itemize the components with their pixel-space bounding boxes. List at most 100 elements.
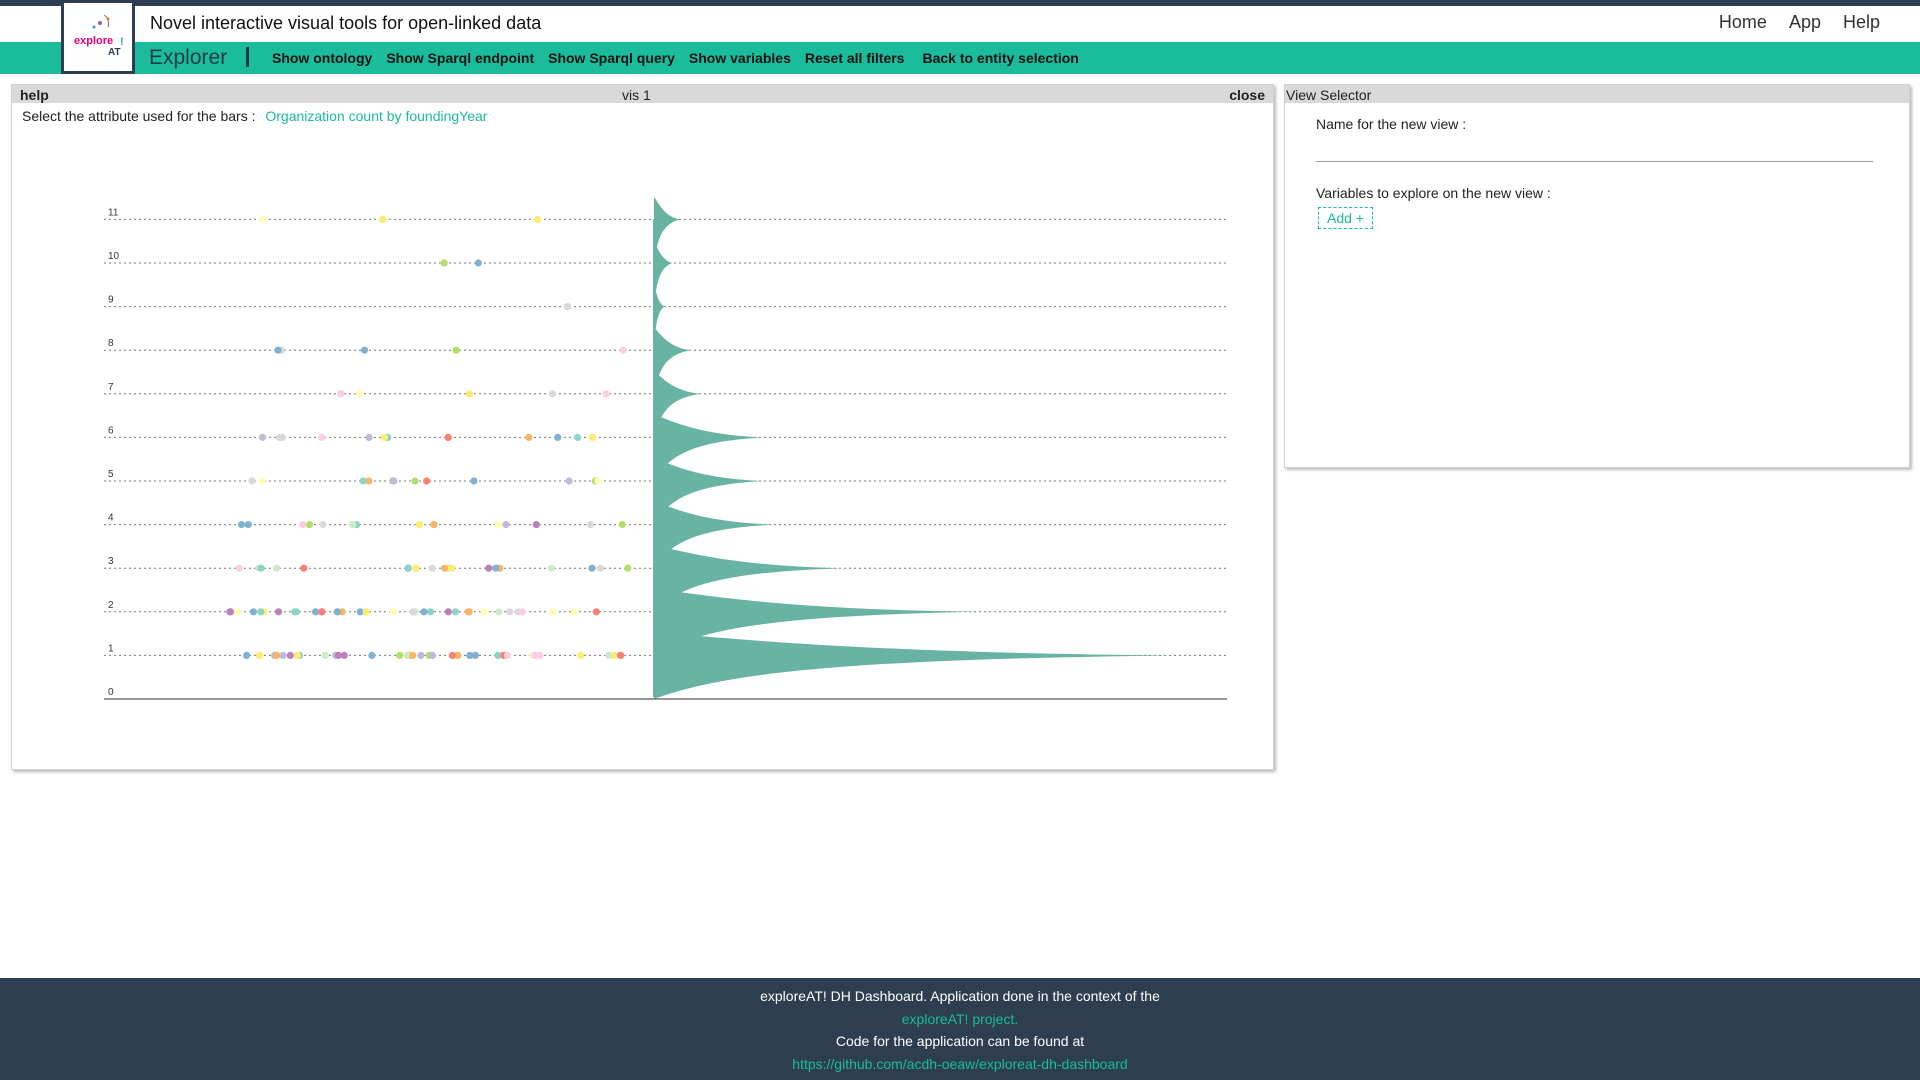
data-point bbox=[368, 651, 376, 660]
data-point bbox=[605, 651, 613, 660]
data-point bbox=[337, 390, 345, 398]
exploreat-logo[interactable]: explore AT ! bbox=[61, 3, 135, 74]
logo-svg: explore AT ! bbox=[74, 14, 124, 58]
attribute-select-link[interactable]: Organization count by foundingYear bbox=[265, 108, 487, 124]
show-sparql-endpoint-link[interactable]: Show Sparql endpoint bbox=[386, 50, 534, 66]
data-point bbox=[274, 346, 282, 354]
show-sparql-query-link[interactable]: Show Sparql query bbox=[548, 50, 675, 66]
data-point bbox=[360, 346, 369, 354]
reset-all-filters-link[interactable]: Reset all filters bbox=[805, 50, 905, 66]
data-point bbox=[441, 564, 449, 572]
data-point bbox=[379, 215, 387, 223]
data-point bbox=[518, 608, 526, 616]
project-link[interactable]: exploreAT! project. bbox=[902, 1011, 1018, 1027]
data-point bbox=[411, 477, 419, 485]
data-point bbox=[428, 564, 436, 572]
data-point bbox=[365, 433, 373, 441]
data-point bbox=[616, 651, 625, 660]
main-nav: Home App Help bbox=[1719, 12, 1880, 33]
nav-home-link[interactable]: Home bbox=[1719, 12, 1767, 33]
data-point bbox=[588, 433, 597, 441]
data-point bbox=[273, 564, 281, 572]
view-selector-header[interactable]: View Selector bbox=[1285, 85, 1909, 103]
data-point bbox=[554, 433, 562, 441]
github-link[interactable]: https://github.com/acdh-oeaw/exploreat-d… bbox=[792, 1056, 1127, 1072]
data-point bbox=[448, 564, 456, 572]
data-point bbox=[334, 651, 342, 660]
back-to-entity-selection-link[interactable]: Back to entity selection bbox=[922, 50, 1078, 66]
data-point bbox=[380, 433, 389, 441]
data-point bbox=[594, 477, 602, 485]
y-tick-label: 6 bbox=[108, 425, 114, 436]
data-point bbox=[474, 259, 482, 267]
data-point bbox=[274, 608, 283, 616]
y-tick-label: 9 bbox=[108, 295, 114, 306]
data-point bbox=[485, 564, 493, 572]
show-ontology-link[interactable]: Show ontology bbox=[272, 50, 372, 66]
logo-text-bang: ! bbox=[120, 36, 124, 48]
data-point bbox=[273, 651, 281, 660]
y-tick-label: 0 bbox=[108, 687, 114, 698]
data-point bbox=[226, 608, 235, 616]
data-point bbox=[618, 521, 626, 529]
attribute-selector-row: Select the attribute used for the bars :… bbox=[22, 108, 487, 124]
violin-chart[interactable]: 0 1 2 3 4 5 6 7 8 9 10 11 bbox=[12, 129, 1273, 769]
data-point bbox=[619, 346, 627, 354]
y-tick-label: 1 bbox=[108, 643, 114, 654]
data-point bbox=[244, 521, 252, 529]
data-point bbox=[390, 477, 398, 485]
y-tick-label: 10 bbox=[108, 251, 120, 262]
data-point bbox=[470, 477, 478, 485]
data-point bbox=[409, 651, 417, 660]
data-point bbox=[318, 433, 326, 441]
data-point bbox=[257, 564, 265, 572]
variables-label: Variables to explore on the new view : bbox=[1316, 185, 1551, 201]
data-point bbox=[417, 651, 425, 660]
data-point bbox=[534, 215, 542, 223]
y-tick-label: 3 bbox=[108, 556, 114, 567]
data-point bbox=[532, 521, 540, 529]
data-point bbox=[465, 608, 473, 616]
data-point bbox=[502, 521, 510, 529]
data-point bbox=[565, 477, 573, 485]
data-point bbox=[602, 390, 610, 398]
nav-help-link[interactable]: Help bbox=[1843, 12, 1880, 33]
data-point bbox=[286, 651, 294, 660]
data-point bbox=[243, 651, 251, 660]
data-point bbox=[574, 433, 582, 441]
violin-shape bbox=[654, 197, 1174, 699]
data-point bbox=[426, 608, 435, 616]
data-point bbox=[503, 651, 512, 660]
y-tick-label: 11 bbox=[108, 207, 119, 218]
data-point bbox=[423, 477, 431, 485]
data-point bbox=[321, 651, 329, 660]
data-point bbox=[300, 564, 308, 572]
data-point bbox=[318, 608, 326, 616]
help-button[interactable]: help bbox=[20, 87, 49, 103]
header: Novel interactive visual tools for open-… bbox=[0, 6, 1920, 42]
data-point bbox=[257, 608, 265, 616]
show-variables-link[interactable]: Show variables bbox=[689, 50, 791, 66]
view-name-label: Name for the new view : bbox=[1316, 116, 1467, 132]
data-point bbox=[452, 346, 460, 354]
data-point bbox=[278, 433, 286, 441]
app-name: Explorer bbox=[149, 46, 228, 69]
data-point bbox=[471, 651, 479, 660]
vis-panel-header[interactable]: help vis 1 close bbox=[12, 85, 1273, 103]
y-tick-label: 8 bbox=[108, 338, 114, 349]
view-selector-panel: View Selector Name for the new view : Va… bbox=[1284, 84, 1910, 468]
data-point bbox=[305, 521, 313, 529]
data-point bbox=[624, 564, 632, 572]
data-point bbox=[420, 608, 428, 616]
close-button[interactable]: close bbox=[1229, 87, 1265, 103]
data-point bbox=[396, 651, 404, 660]
footer-line-1: exploreAT! DH Dashboard. Application don… bbox=[760, 988, 1160, 1004]
data-point bbox=[448, 651, 456, 660]
nav-app-link[interactable]: App bbox=[1789, 12, 1821, 33]
logo-text: explore bbox=[74, 35, 113, 47]
data-point bbox=[279, 651, 287, 660]
view-name-input[interactable] bbox=[1316, 137, 1873, 162]
add-variable-button[interactable]: Add + bbox=[1318, 207, 1373, 229]
vis-title: vis 1 bbox=[622, 87, 651, 103]
data-point bbox=[349, 521, 357, 529]
